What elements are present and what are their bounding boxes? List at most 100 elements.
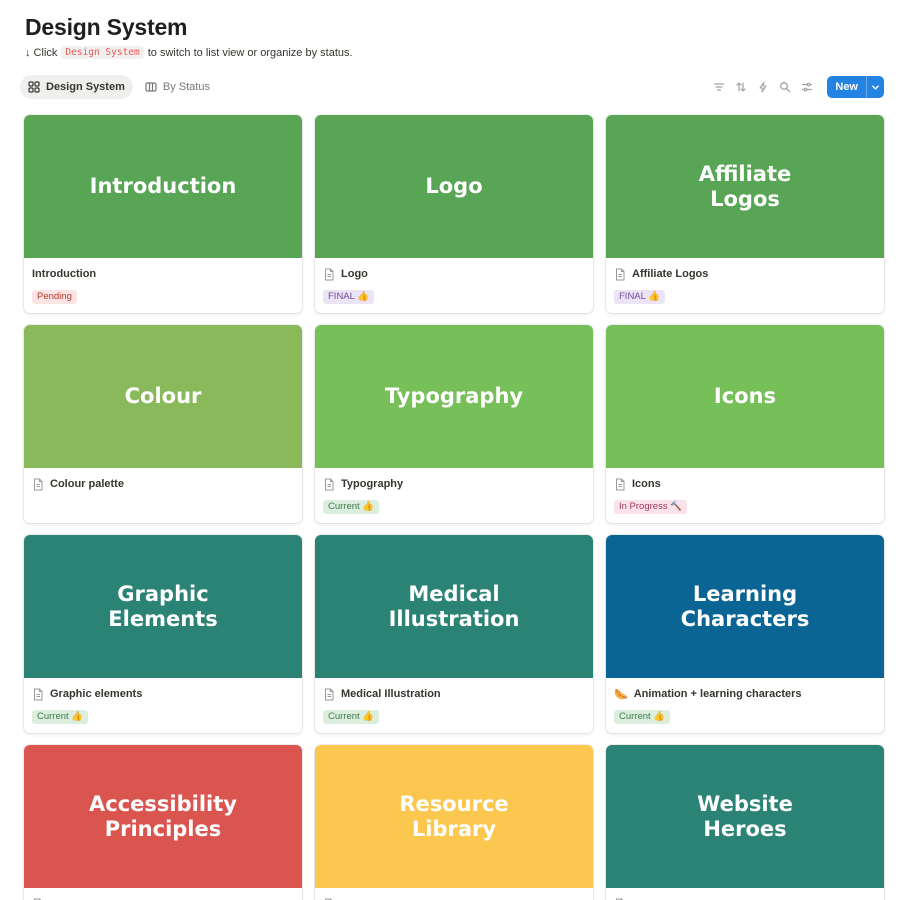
card-title-row: Graphic elements: [32, 687, 294, 701]
gallery-card[interactable]: Accessibility Principles: [24, 745, 302, 900]
page-hint: ↓ Click Design System to switch to list …: [25, 46, 353, 59]
card-title: Animation + learning characters: [633, 688, 802, 700]
card-cover-text: Accessibility Principles: [89, 791, 237, 841]
card-cover-text: Icons: [713, 384, 777, 408]
status-badge: Current 👍: [32, 710, 89, 724]
card-cover: Graphic Elements: [24, 535, 302, 678]
gallery-card[interactable]: Logo Logo FINAL 👍: [315, 115, 593, 313]
card-properties: [24, 888, 302, 900]
card-cover-text: Colour: [124, 384, 202, 408]
gallery-card[interactable]: Graphic Elements Graphic elements Current …: [24, 535, 302, 733]
gallery-card[interactable]: Medical Illustration Medical Illustration…: [315, 535, 593, 733]
card-title: Graphic elements: [50, 688, 143, 700]
card-cover-text: Introduction: [89, 174, 237, 198]
status-badge: FINAL 👍: [614, 290, 666, 304]
gallery-grid: Introduction Introduction Pending Logo Logo F…: [24, 115, 885, 900]
hint-suffix: to switch to list view or organize by st…: [147, 46, 353, 59]
card-properties: Medical Illustration Current 👍: [315, 678, 593, 724]
card-properties: Icons In Progress 🔨: [606, 468, 884, 514]
page-icon: [614, 268, 626, 281]
card-cover-text: Resource Library: [399, 791, 509, 841]
gallery-card[interactable]: Icons Icons In Progress 🔨: [606, 325, 884, 523]
status-badge: Current 👍: [323, 500, 380, 514]
view-tab-label: Design System: [46, 81, 125, 93]
new-button[interactable]: New: [827, 76, 884, 98]
status-badge: Pending: [32, 290, 77, 304]
card-title-row: Introduction: [32, 267, 294, 281]
card-title: Typography: [341, 478, 404, 490]
card-title: Affiliate Logos: [632, 268, 709, 280]
card-properties: Colour palette: [24, 468, 302, 491]
filter-icon[interactable]: [711, 79, 727, 95]
card-cover: Colour: [24, 325, 302, 468]
card-cover: Medical Illustration: [315, 535, 593, 678]
gallery-card[interactable]: Affiliate Logos Affiliate Logos FINAL 👍: [606, 115, 884, 313]
card-cover: Resource Library: [315, 745, 593, 888]
card-title-row: Affiliate Logos: [614, 267, 876, 281]
status-badge: Current 👍: [323, 710, 380, 724]
card-title-row: Colour palette: [32, 477, 294, 491]
page-title: Design System: [25, 14, 188, 40]
search-icon[interactable]: [777, 79, 793, 95]
card-title: Introduction: [32, 268, 97, 280]
card-cover: Typography: [315, 325, 593, 468]
card-properties: Affiliate Logos FINAL 👍: [606, 258, 884, 304]
gallery-card[interactable]: Learning Characters 🌭 Animation + learning…: [606, 535, 884, 733]
card-title-row: Medical Illustration: [323, 687, 585, 701]
card-cover-text: Learning Characters: [680, 581, 810, 631]
gallery-card[interactable]: Resource Library: [315, 745, 593, 900]
card-title-row: Icons: [614, 477, 876, 491]
page-icon: [323, 268, 335, 281]
gallery-card[interactable]: Typography Typography Current 👍: [315, 325, 593, 523]
status-badge: FINAL 👍: [323, 290, 375, 304]
hint-prefix: ↓ Click: [25, 46, 58, 59]
card-title: Colour palette: [50, 478, 124, 490]
card-title-row: 🌭 Animation + learning characters: [614, 687, 876, 701]
card-cover-text: Medical Illustration: [388, 581, 520, 631]
card-properties: Logo FINAL 👍: [315, 258, 593, 304]
hint-code: Design System: [61, 46, 144, 59]
card-title-row: Logo: [323, 267, 585, 281]
page-icon: [32, 478, 44, 491]
card-properties: Typography Current 👍: [315, 468, 593, 514]
automation-bolt-icon[interactable]: [755, 79, 771, 95]
card-cover: Accessibility Principles: [24, 745, 302, 888]
card-cover-text: Graphic Elements: [108, 581, 218, 631]
hotdog-icon: 🌭: [614, 688, 628, 701]
card-properties: Introduction Pending: [24, 258, 302, 304]
gallery-card[interactable]: Colour Colour palette: [24, 325, 302, 523]
new-button-label: New: [835, 81, 858, 93]
card-cover-text: Logo: [425, 174, 483, 198]
gallery-card[interactable]: Introduction Introduction Pending: [24, 115, 302, 313]
sort-icon[interactable]: [733, 79, 749, 95]
card-cover-text: Affiliate Logos: [698, 161, 792, 211]
view-tab-design-system[interactable]: Design System: [20, 75, 133, 99]
chevron-down-icon[interactable]: [866, 76, 884, 98]
database-toolbar: Design System By Status New: [20, 75, 884, 99]
view-tab-by-status[interactable]: By Status: [137, 75, 218, 99]
view-tab-label: By Status: [162, 81, 210, 93]
page-icon: [323, 478, 335, 491]
card-cover: Affiliate Logos: [606, 115, 884, 258]
gallery-grid-icon: [28, 81, 40, 93]
settings-sliders-icon[interactable]: [799, 79, 815, 95]
status-badge: In Progress 🔨: [614, 500, 688, 514]
card-title-row: Typography: [323, 477, 585, 491]
card-cover-text: Website Heroes: [697, 791, 793, 841]
card-title: Medical Illustration: [341, 688, 441, 700]
board-columns-icon: [145, 82, 157, 92]
status-badge: Current 👍: [614, 710, 671, 724]
card-cover: Icons: [606, 325, 884, 468]
card-title: Logo: [341, 268, 368, 280]
card-cover: Introduction: [24, 115, 302, 258]
card-properties: Graphic elements Current 👍: [24, 678, 302, 724]
gallery-card[interactable]: Website Heroes: [606, 745, 884, 900]
card-cover: Logo: [315, 115, 593, 258]
card-properties: 🌭 Animation + learning characters Current …: [606, 678, 884, 724]
toolbar-actions: New: [711, 76, 884, 98]
card-properties: [606, 888, 884, 900]
card-cover-text: Typography: [384, 384, 524, 408]
card-cover: Website Heroes: [606, 745, 884, 888]
card-title: Icons: [632, 478, 661, 490]
page-icon: [32, 688, 44, 701]
